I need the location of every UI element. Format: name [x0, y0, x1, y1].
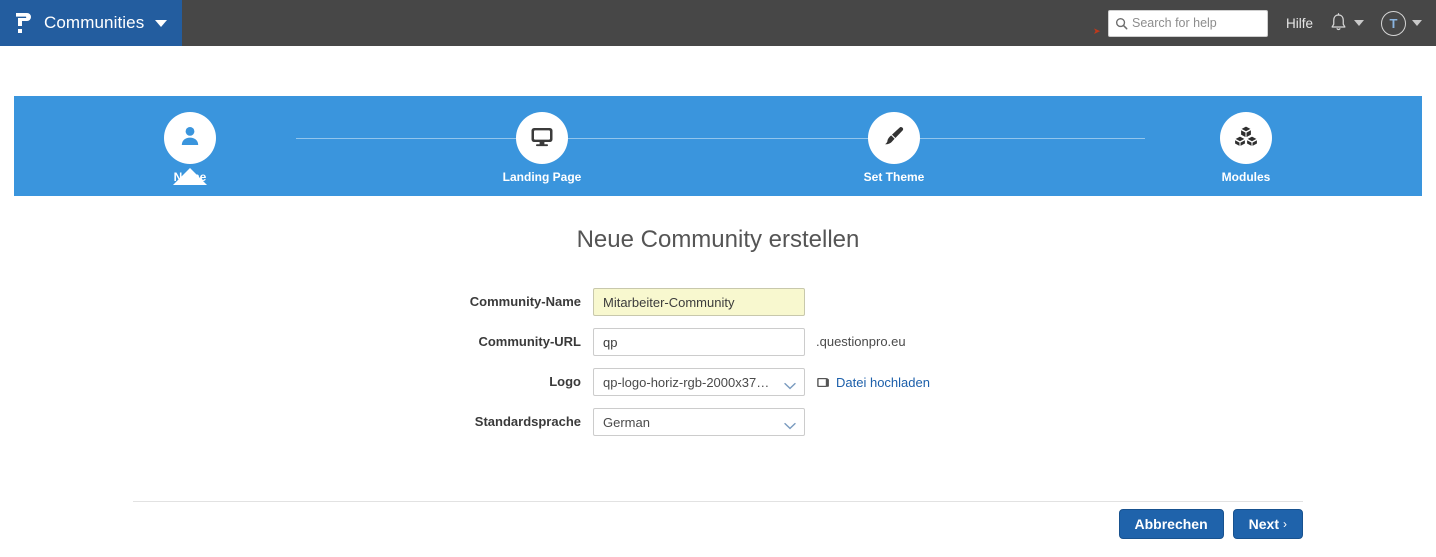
top-header-bar: Communities ➤ Hilfe	[0, 0, 1436, 46]
user-icon	[177, 123, 203, 154]
wizard-step-name[interactable]: Name	[14, 96, 366, 185]
cubes-icon	[1232, 123, 1260, 154]
language-select-value: German	[603, 414, 650, 430]
logo-label: Logo	[549, 374, 581, 389]
wizard-step-set-theme[interactable]: Set Theme	[718, 96, 1070, 184]
upload-file-label: Datei hochladen	[836, 374, 930, 390]
language-select[interactable]: German	[593, 408, 805, 436]
brand-communities-tab[interactable]: Communities	[0, 0, 182, 46]
community-url-input[interactable]	[593, 328, 805, 356]
language-label: Standardsprache	[474, 414, 581, 429]
wizard-step-modules[interactable]: Modules	[1070, 96, 1422, 184]
cursor-artifact-icon: ➤	[1092, 25, 1101, 36]
brand-title: Communities	[44, 13, 145, 32]
bell-icon[interactable]	[1329, 12, 1348, 34]
chevron-down-icon	[784, 378, 796, 390]
chevron-down-icon[interactable]	[1412, 20, 1422, 26]
monitor-icon	[528, 123, 556, 154]
step-circle	[868, 112, 920, 164]
active-step-pointer	[173, 168, 207, 185]
next-button-label: Next	[1248, 516, 1279, 532]
step-circle	[516, 112, 568, 164]
form-row-language: Standardsprache German	[0, 408, 1436, 436]
search-icon	[1115, 17, 1128, 30]
create-community-form: Community-Name Community-URL .questionpr…	[0, 288, 1436, 448]
avatar[interactable]: T	[1381, 10, 1406, 36]
footer-actions: Abbrechen Next ›	[1118, 509, 1303, 539]
step-circle	[164, 112, 216, 164]
paintbrush-icon	[881, 123, 907, 154]
chevron-down-icon[interactable]	[1354, 20, 1364, 26]
cancel-button[interactable]: Abbrechen	[1118, 509, 1224, 539]
upload-file-link[interactable]: Datei hochladen	[816, 368, 930, 396]
step-label: Modules	[1221, 170, 1271, 184]
community-name-label: Community-Name	[469, 294, 581, 309]
wizard-step-landing-page[interactable]: Landing Page	[366, 96, 718, 184]
help-link[interactable]: Hilfe	[1286, 16, 1313, 31]
step-label: Landing Page	[502, 170, 582, 184]
community-name-input[interactable]	[593, 288, 805, 316]
footer-divider	[133, 501, 1303, 502]
community-url-suffix: .questionpro.eu	[816, 334, 906, 349]
form-row-community-name: Community-Name	[0, 288, 1436, 316]
logo-select-value: qp-logo-horiz-rgb-2000x376-2....	[603, 374, 773, 390]
form-row-community-url: Community-URL .questionpro.eu	[0, 328, 1436, 356]
user-menu-control[interactable]: T	[1381, 10, 1422, 36]
community-url-label: Community-URL	[478, 334, 581, 349]
next-button[interactable]: Next ›	[1232, 509, 1303, 539]
header-right-controls: ➤ Hilfe T	[1093, 0, 1436, 46]
step-circle	[1220, 112, 1272, 164]
chevron-right-icon: ›	[1283, 517, 1287, 531]
file-upload-icon	[816, 376, 830, 389]
form-row-logo: Logo qp-logo-horiz-rgb-2000x376-2.... Da…	[0, 368, 1436, 396]
page-title: Neue Community erstellen	[576, 226, 860, 253]
logo-select[interactable]: qp-logo-horiz-rgb-2000x376-2....	[593, 368, 805, 396]
search-input[interactable]	[1131, 13, 1262, 33]
notifications-control[interactable]	[1329, 12, 1364, 34]
wizard-step-bar: Name Landing Page Set Theme Modules	[14, 96, 1422, 196]
chevron-down-icon	[784, 418, 796, 430]
help-search-box[interactable]: ➤	[1093, 9, 1268, 37]
questionpro-logo-icon	[12, 10, 34, 36]
step-label: Set Theme	[863, 170, 925, 184]
chevron-down-icon[interactable]	[155, 19, 168, 27]
